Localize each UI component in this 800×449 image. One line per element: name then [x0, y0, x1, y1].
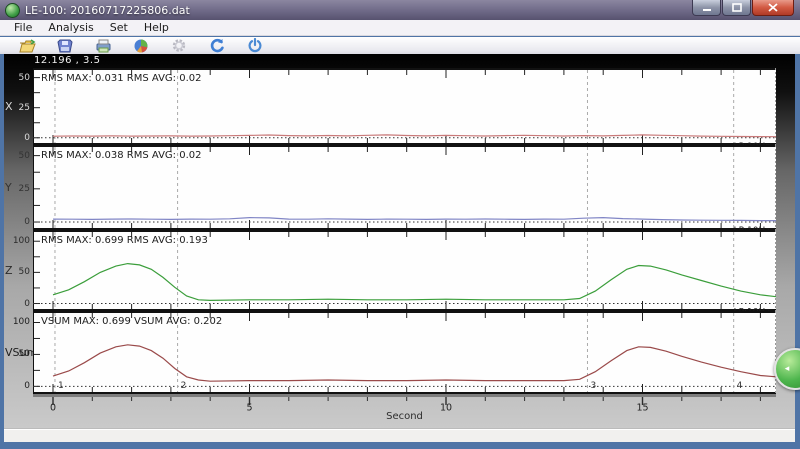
marker-label-1: 1	[58, 381, 64, 391]
x-axis: 0 5 10 15 Second	[4, 394, 795, 424]
chart-plot-z[interactable]: RMS MAX: 0.699 RMS AVG: 0.193LP:10Hz	[33, 230, 776, 311]
y-tick-label: 50	[18, 267, 30, 278]
menu-set[interactable]: Set	[102, 20, 136, 36]
menu-help[interactable]: Help	[136, 20, 177, 36]
menu-bar: File Analysis Set Help	[0, 20, 800, 36]
chart-row-x: X02550RMS MAX: 0.031 RMS AVG: 0.02LP:10H…	[4, 68, 795, 145]
title-bar: LE-100: 20160717225806.dat	[0, 0, 800, 20]
report-button[interactable]	[126, 37, 156, 54]
stats-label: RMS MAX: 0.038 RMS AVG: 0.02	[41, 150, 201, 161]
y-axis-margin: X 0 25 50	[4, 68, 33, 145]
minimize-icon	[702, 9, 711, 11]
chart-plot-vsum[interactable]: 1 2 3 4 VSUM MAX: 0.699 VSUM AVG: 0.202	[33, 311, 776, 394]
stats-label: RMS MAX: 0.699 RMS AVG: 0.193	[41, 235, 208, 246]
open-file-button[interactable]	[12, 37, 42, 54]
maximize-button[interactable]	[722, 0, 751, 16]
marker-label-3: 3	[590, 381, 596, 391]
y-tick-label: 0	[24, 298, 30, 309]
stats-label: VSUM MAX: 0.699 VSUM AVG: 0.202	[41, 316, 222, 327]
y-tick-label: 50	[18, 349, 30, 360]
open-folder-icon	[18, 38, 36, 52]
marker-label-2: 2	[181, 381, 187, 391]
save-disk-icon	[57, 39, 73, 52]
y-tick-label: 100	[12, 317, 30, 328]
refresh-arrow-icon	[210, 38, 224, 53]
y-tick-label: 0	[24, 217, 30, 228]
y-tick-label: 0	[24, 132, 30, 143]
menu-analysis[interactable]: Analysis	[40, 20, 101, 36]
marker-label-4: 4	[737, 381, 743, 391]
y-tick-label: 25	[18, 102, 30, 113]
power-button[interactable]	[240, 37, 270, 54]
y-axis-margin: Z 0 50 100	[4, 230, 33, 311]
badge-glyph: ◂	[784, 364, 790, 374]
x-tick-label: 0	[50, 403, 56, 412]
settings-button[interactable]	[164, 37, 194, 54]
cursor-readout: 12.196 , 3.5	[34, 55, 101, 66]
y-axis-margin: Y 0 25 50	[4, 145, 33, 230]
refresh-button[interactable]	[202, 37, 232, 54]
chart-plot-y[interactable]: RMS MAX: 0.038 RMS AVG: 0.02LP:10Hz	[33, 145, 776, 230]
chart-row-y: Y02550RMS MAX: 0.038 RMS AVG: 0.02LP:10H…	[4, 145, 795, 230]
plot-client-area: 12.196 , 3.5 X 0 25 50 RMS MAX: 0.031 RMS AV…	[4, 54, 795, 442]
x-tick-label: 5	[246, 403, 252, 412]
gear-icon	[172, 39, 186, 52]
y-tick-label: 100	[12, 236, 30, 247]
maximize-icon	[731, 3, 742, 12]
chart-plot-x[interactable]: RMS MAX: 0.031 RMS AVG: 0.02LP:10Hz	[33, 68, 776, 145]
minimize-button[interactable]	[692, 0, 721, 16]
x-tick-label: 15	[636, 403, 648, 412]
x-tick-label: 10	[440, 403, 452, 412]
x-axis-title: Second	[386, 411, 423, 422]
y-tick-label: 25	[18, 183, 30, 194]
y-tick-label: 0	[24, 381, 30, 392]
report-chart-icon	[134, 39, 148, 53]
y-tick-label: 50	[18, 150, 30, 161]
stats-label: RMS MAX: 0.031 RMS AVG: 0.02	[41, 73, 201, 84]
menu-file[interactable]: File	[6, 20, 40, 36]
x-axis-ticks: 0 5 10 15	[33, 394, 776, 411]
close-icon	[768, 3, 778, 12]
print-button[interactable]	[88, 37, 118, 54]
status-bar	[4, 429, 795, 442]
y-tick-label: 50	[18, 72, 30, 83]
app-icon	[5, 2, 20, 18]
power-icon	[248, 38, 262, 53]
save-button[interactable]	[50, 37, 80, 54]
chart-row-z: Z050100RMS MAX: 0.699 RMS AVG: 0.193LP:1…	[4, 230, 795, 311]
window-title: LE-100: 20160717225806.dat	[25, 3, 190, 17]
y-axis-margin: VSum 0 50 100	[4, 311, 37, 394]
close-button[interactable]	[752, 0, 794, 16]
printer-icon	[96, 39, 110, 52]
charts: X02550RMS MAX: 0.031 RMS AVG: 0.02LP:10H…	[4, 68, 795, 424]
chart-row-vsum: VSum 0 50 100 1 2 3 4 VSUM MAX: 0.699 VSUM AVG: …	[4, 311, 795, 394]
app-window: LE-100: 20160717225806.dat File Analysis S…	[0, 0, 800, 449]
toolbar	[0, 37, 800, 54]
